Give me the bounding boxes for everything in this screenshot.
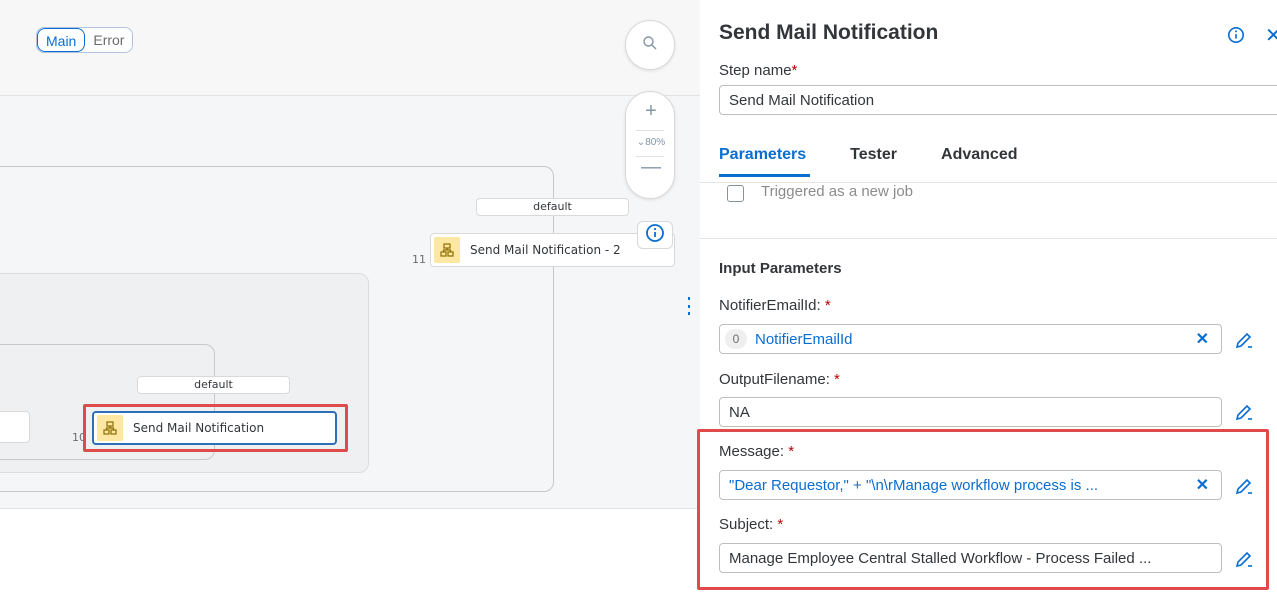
zoom-out-button[interactable]: — — [626, 156, 676, 179]
flow-segmented-control[interactable]: Main Error — [36, 27, 134, 53]
branch-label-default: default — [476, 198, 629, 216]
segment-main[interactable]: Main — [37, 28, 86, 52]
panel-resize-handle[interactable] — [687, 297, 691, 315]
subflow-icon — [434, 237, 460, 263]
edit-expression-icon[interactable] — [1234, 402, 1254, 427]
param-label-output: OutputFilename: * — [719, 371, 840, 388]
step-name-label: Step name* — [719, 62, 798, 79]
node-label: Send Mail Notification - 2 — [470, 243, 621, 257]
edit-expression-icon[interactable] — [1234, 549, 1254, 574]
zoom-control: + ⌄80% — — [625, 91, 675, 199]
message-input[interactable]: "Dear Requestor," + "\n\rManage workflow… — [719, 470, 1222, 500]
notifier-email-input[interactable]: 0 NotifierEmailId ✕ — [719, 324, 1222, 354]
properties-panel: Send Mail Notification ✕ Step name* Send… — [697, 0, 1277, 606]
subject-input[interactable]: Manage Employee Central Stalled Workflow… — [719, 543, 1222, 573]
param-label-message: Message: * — [719, 443, 795, 460]
param-label-notifier: NotifierEmailId: * — [719, 297, 831, 314]
section-divider — [700, 238, 1277, 239]
notifier-email-token: NotifierEmailId — [755, 330, 853, 348]
workflow-node-partial[interactable] — [0, 411, 30, 443]
edit-expression-icon[interactable] — [1234, 476, 1254, 501]
chevron-down-icon: ⌄ — [636, 137, 646, 148]
search-icon — [642, 35, 658, 56]
segment-error[interactable]: Error — [85, 28, 132, 52]
token-badge: 0 — [725, 329, 747, 349]
branch-label-default: default — [137, 376, 290, 394]
panel-title: Send Mail Notification — [719, 21, 939, 44]
zoom-in-button[interactable]: + — [626, 100, 676, 123]
edit-expression-icon[interactable] — [1234, 330, 1254, 355]
output-filename-input[interactable]: NA — [719, 397, 1222, 427]
param-label-subject: Subject: * — [719, 516, 784, 533]
step-name-input[interactable]: Send Mail Notification — [719, 85, 1277, 115]
panel-tabs: Parameters Tester Advanced — [719, 146, 1061, 177]
canvas-search-button[interactable] — [625, 20, 675, 70]
input-parameters-heading: Input Parameters — [719, 260, 842, 277]
clear-icon[interactable]: ✕ — [1196, 329, 1209, 349]
close-icon[interactable]: ✕ — [1265, 23, 1277, 48]
workflow-canvas[interactable]: Main Error default default 11 Send Mail … — [0, 0, 700, 606]
info-icon — [645, 223, 665, 248]
triggered-new-job-row[interactable]: Triggered as a new job — [727, 181, 913, 202]
clear-icon[interactable]: ✕ — [1196, 475, 1209, 495]
tab-parameters[interactable]: Parameters — [719, 146, 811, 177]
tab-advanced[interactable]: Advanced — [941, 146, 1017, 177]
node-number: 11 — [412, 253, 426, 266]
message-expression: "Dear Requestor," + "\n\rManage workflow… — [729, 476, 1099, 494]
triggered-checkbox[interactable] — [727, 185, 744, 202]
triggered-label: Triggered as a new job — [761, 183, 914, 200]
tab-tester[interactable]: Tester — [850, 146, 897, 177]
canvas-footer — [0, 508, 700, 606]
zoom-level[interactable]: ⌄80% — [626, 137, 676, 148]
info-icon[interactable] — [1227, 26, 1245, 49]
selected-node-highlight — [83, 404, 348, 452]
canvas-info-button[interactable] — [637, 221, 673, 249]
